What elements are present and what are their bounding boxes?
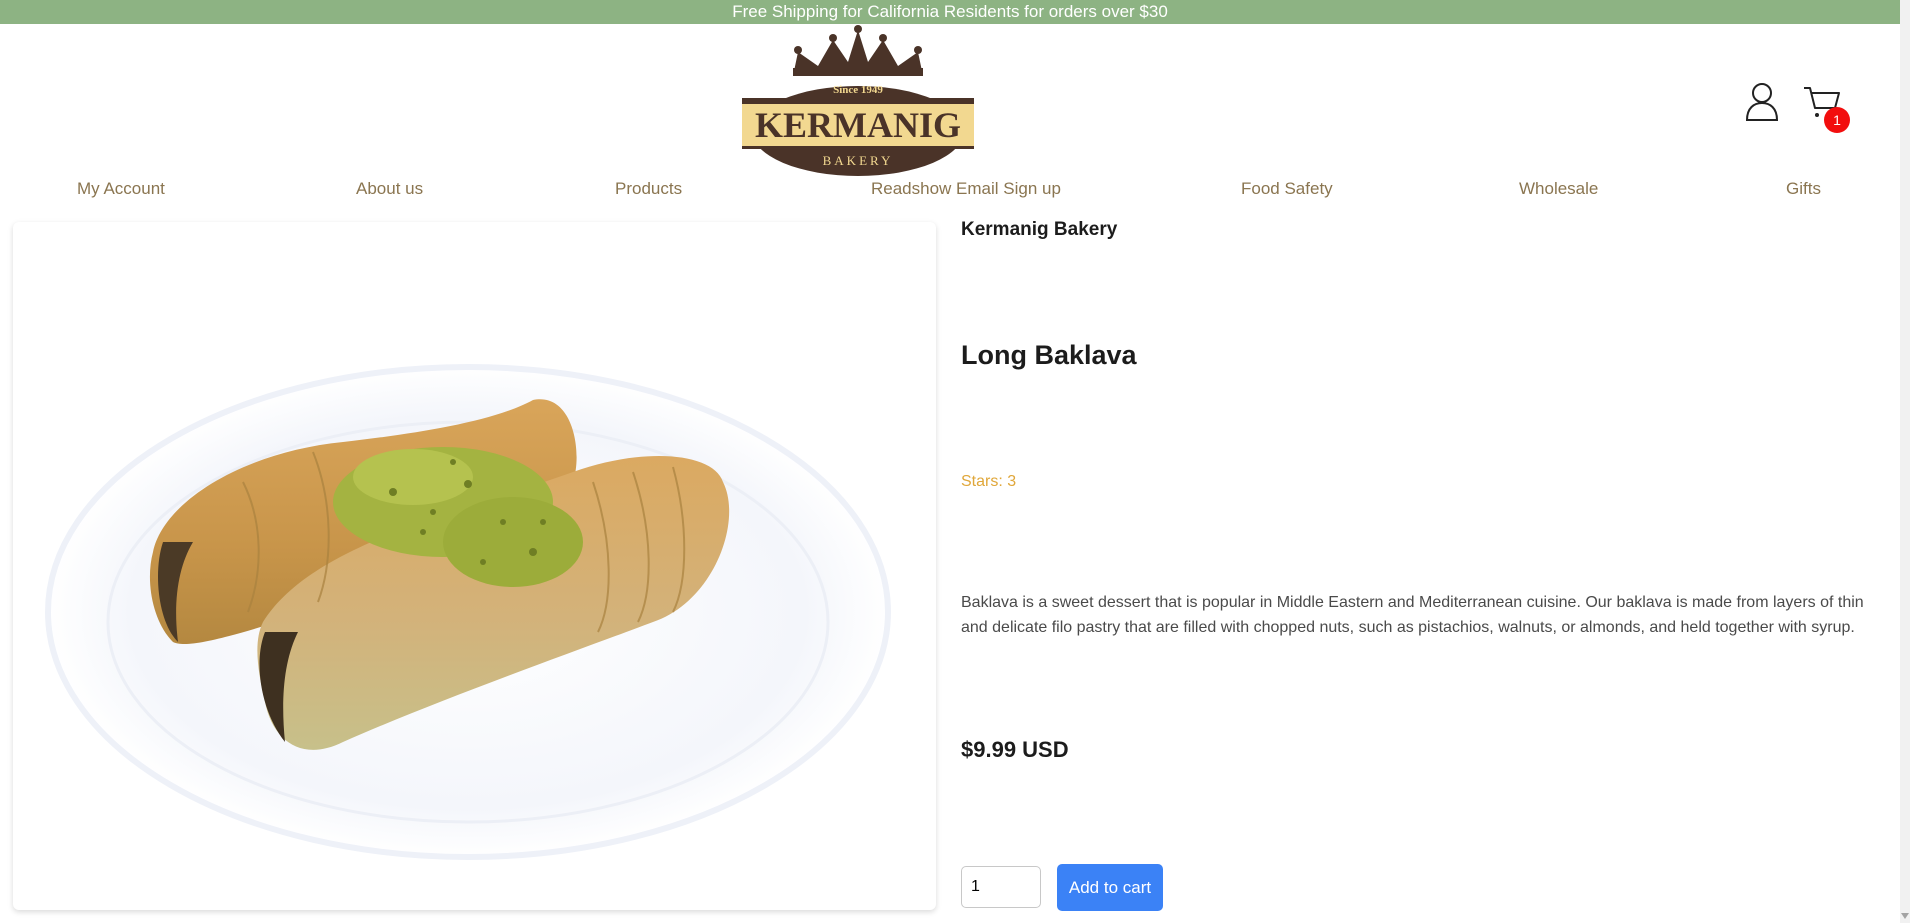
nav-item-products[interactable]: Products bbox=[615, 176, 682, 202]
logo-name-text: KERMANIG bbox=[755, 105, 961, 145]
user-icon[interactable] bbox=[1744, 82, 1780, 122]
add-to-cart-button[interactable]: Add to cart bbox=[1057, 864, 1163, 911]
product-image[interactable] bbox=[13, 222, 936, 910]
nav-item-readshow-email-signup[interactable]: Readshow Email Sign up bbox=[871, 176, 1061, 202]
product-stars: Stars: 3 bbox=[961, 473, 1017, 490]
scroll-down-arrow-icon[interactable] bbox=[1901, 913, 1909, 919]
product-description: Baklava is a sweet dessert that is popul… bbox=[961, 594, 1864, 636]
nav-item-my-account[interactable]: My Account bbox=[77, 176, 165, 202]
scrollbar-thumb[interactable] bbox=[1902, 0, 1908, 923]
product-price: $9.99 USD bbox=[961, 737, 1069, 762]
logo-since-text: Since 1949 bbox=[833, 84, 883, 96]
page-scrollbar[interactable] bbox=[1900, 0, 1910, 923]
nav-item-wholesale[interactable]: Wholesale bbox=[1519, 176, 1598, 202]
announcement-bar: Free Shipping for California Residents f… bbox=[0, 0, 1900, 24]
main-nav: My Account About us Products Readshow Em… bbox=[0, 176, 1900, 202]
cart-count-badge: 1 bbox=[1824, 107, 1850, 133]
kermanig-bakery-logo[interactable]: Since 1949 KERMANIG BAKERY bbox=[738, 24, 978, 176]
logo-sub-text: BAKERY bbox=[823, 153, 894, 168]
nav-item-food-safety[interactable]: Food Safety bbox=[1241, 176, 1333, 202]
product-title: Long Baklava bbox=[961, 340, 1137, 370]
product-vendor: Kermanig Bakery bbox=[961, 219, 1118, 240]
nav-item-about-us[interactable]: About us bbox=[356, 176, 423, 202]
nav-item-gifts[interactable]: Gifts bbox=[1786, 176, 1821, 202]
quantity-input[interactable] bbox=[961, 866, 1041, 908]
